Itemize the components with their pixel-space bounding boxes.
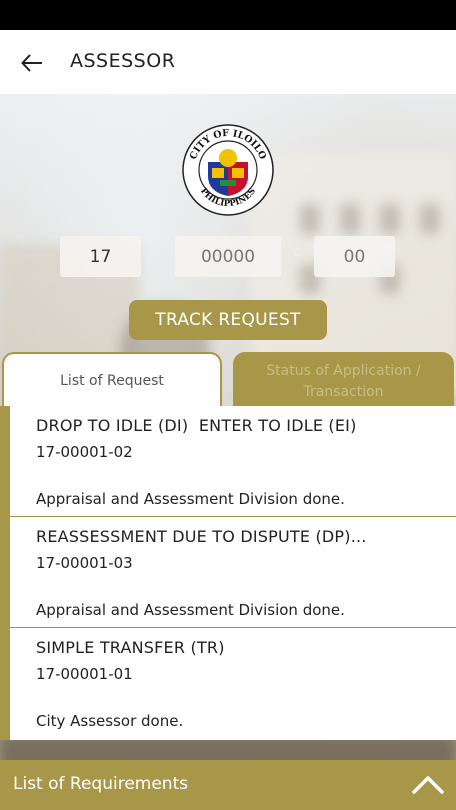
app-header: ASSESSOR	[0, 30, 456, 94]
request-status: Appraisal and Assessment Division done.	[36, 601, 345, 619]
request-id: 17-00001-01	[36, 665, 133, 683]
city-seal-icon: CITY OF ILOILO PHILIPPINES	[182, 124, 274, 216]
list-item[interactable]: REASSESSMENT DUE TO DISPUTE (DP)... 17-0…	[10, 517, 456, 628]
requirements-label: List of Requirements	[13, 774, 189, 794]
request-title: REASSESSMENT DUE TO DISPUTE (DP)...	[36, 527, 367, 546]
list-item[interactable]: DROP TO IDLE (DI) ENTER TO IDLE (EI) 17-…	[10, 406, 456, 517]
status-bar	[0, 0, 456, 30]
request-id: 17-00001-03	[36, 554, 133, 572]
track-request-button[interactable]: TRACK REQUEST	[129, 300, 327, 340]
request-list: DROP TO IDLE (DI) ENTER TO IDLE (EI) 17-…	[0, 406, 456, 740]
request-status: Appraisal and Assessment Division done.	[36, 490, 345, 508]
request-status: City Assessor done.	[36, 712, 184, 730]
tab-label: List of Request	[60, 373, 164, 389]
request-title: SIMPLE TRANSFER (TR)	[36, 638, 225, 657]
request-number-field[interactable]: 00000	[175, 236, 281, 277]
separator-dash: -	[293, 244, 301, 265]
requirements-bar[interactable]: List of Requirements	[0, 760, 456, 810]
page-title: ASSESSOR	[70, 50, 176, 72]
back-button[interactable]	[14, 48, 50, 78]
chevron-up-icon[interactable]	[408, 770, 448, 800]
list-item[interactable]: SIMPLE TRANSFER (TR) 17-00001-01 City As…	[10, 628, 456, 739]
tab-label-line2: Transaction	[303, 384, 384, 400]
suffix-field[interactable]: 00	[314, 236, 395, 277]
request-id: 17-00001-02	[36, 443, 133, 461]
tab-status-of-application[interactable]: Status of Application / Transaction	[233, 352, 454, 408]
request-title: DROP TO IDLE (DI) ENTER TO IDLE (EI)	[36, 416, 357, 435]
year-field[interactable]: 17	[60, 236, 141, 277]
tab-label-line1: Status of Application /	[266, 363, 421, 379]
arrow-left-icon	[21, 54, 42, 72]
separator-dash: -	[154, 244, 162, 265]
tab-list-of-request[interactable]: List of Request	[2, 352, 222, 408]
